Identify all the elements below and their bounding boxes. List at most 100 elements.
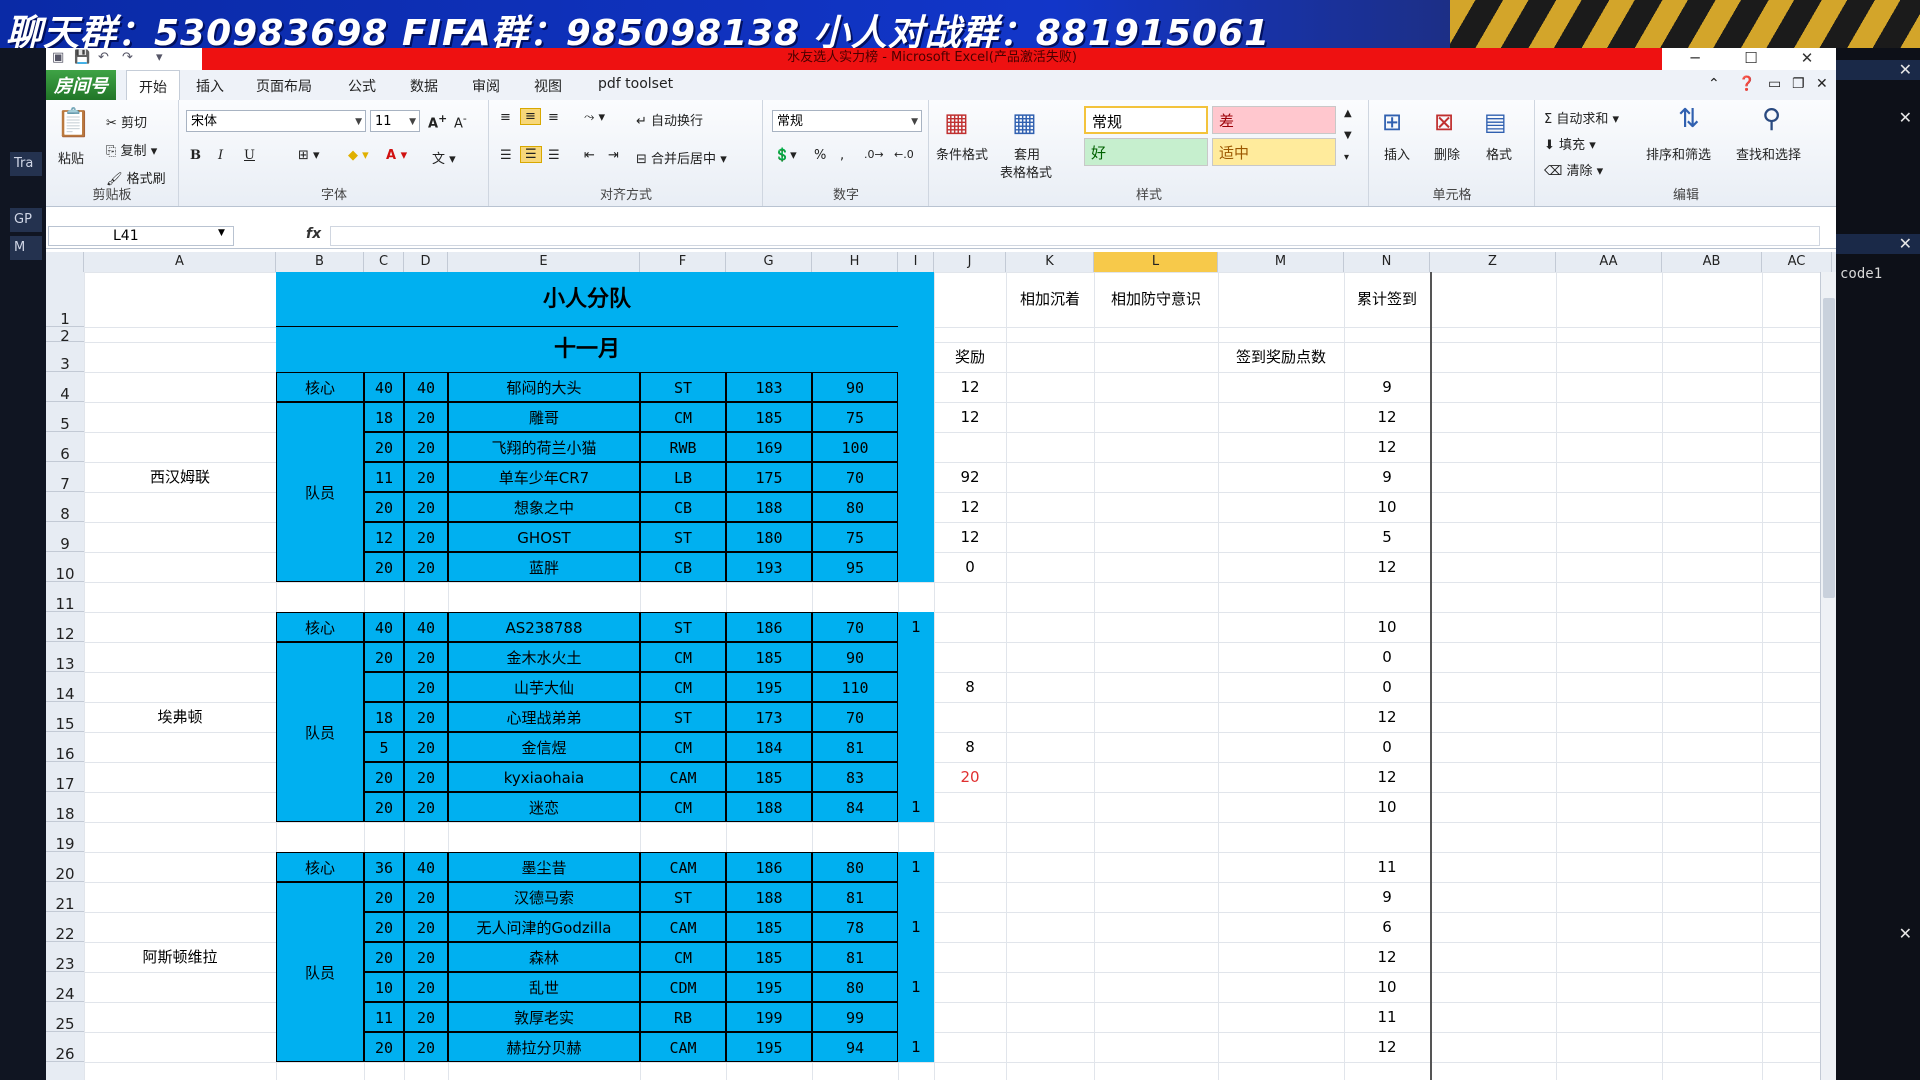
italic-button[interactable]: I	[218, 148, 223, 163]
select-all-corner[interactable]	[46, 252, 84, 272]
signin-cell[interactable]: 0	[1344, 642, 1430, 672]
player-cell[interactable]: 193	[726, 552, 812, 582]
style-bad[interactable]: 差	[1212, 106, 1336, 134]
role-core[interactable]: 核心	[276, 372, 364, 402]
row-header-25[interactable]: 25	[46, 1002, 84, 1033]
player-cell[interactable]	[364, 672, 404, 702]
player-cell[interactable]: 94	[812, 1032, 898, 1062]
header-composure[interactable]: 相加沉着	[1006, 272, 1094, 327]
signin-cell[interactable]: 10	[1344, 612, 1430, 642]
marker-cell[interactable]	[898, 1002, 934, 1032]
insert-cells-icon[interactable]: ⊞	[1382, 108, 1402, 136]
player-cell[interactable]: 70	[812, 612, 898, 642]
column-header-A[interactable]: A	[84, 252, 276, 272]
player-cell[interactable]: 195	[726, 972, 812, 1002]
player-cell[interactable]: 20	[364, 792, 404, 822]
player-cell[interactable]: 20	[364, 642, 404, 672]
signin-cell[interactable]: 12	[1344, 1032, 1430, 1062]
clear-button[interactable]: ⌫ 清除 ▾	[1544, 160, 1603, 179]
player-cell[interactable]: GHOST	[448, 522, 640, 552]
insert-cells-button[interactable]: 插入	[1384, 144, 1410, 163]
customize-qat-icon[interactable]: ▾	[156, 50, 163, 65]
player-cell[interactable]: 99	[812, 1002, 898, 1032]
player-cell[interactable]: 18	[364, 702, 404, 732]
player-cell[interactable]: 80	[812, 852, 898, 882]
player-cell[interactable]: ST	[640, 882, 726, 912]
team-name[interactable]: 阿斯顿维拉	[84, 852, 276, 1062]
player-cell[interactable]: CM	[640, 792, 726, 822]
binoculars-icon[interactable]: ⚲	[1762, 104, 1781, 134]
row-header-14[interactable]: 14	[46, 672, 84, 703]
maximize-icon[interactable]: ☐	[1728, 48, 1774, 70]
close-icon[interactable]: ✕	[1899, 234, 1912, 254]
player-cell[interactable]: CAM	[640, 1032, 726, 1062]
marker-cell[interactable]	[898, 672, 934, 702]
player-cell[interactable]: CM	[640, 672, 726, 702]
player-cell[interactable]: ST	[640, 522, 726, 552]
copy-button[interactable]: ⎘ 复制 ▾	[106, 140, 157, 159]
tab-home[interactable]: 开始	[126, 70, 180, 100]
row-header-2[interactable]: 2	[46, 327, 84, 345]
player-cell[interactable]: 80	[812, 492, 898, 522]
ribbon-collapse-icon[interactable]: ⌃	[1708, 76, 1720, 92]
player-cell[interactable]: 40	[404, 852, 448, 882]
player-cell[interactable]: 84	[812, 792, 898, 822]
player-cell[interactable]: CB	[640, 552, 726, 582]
player-cell[interactable]: 墨尘昔	[448, 852, 640, 882]
player-cell[interactable]: 单车少年CR7	[448, 462, 640, 492]
column-header-K[interactable]: K	[1006, 252, 1094, 272]
player-cell[interactable]: 20	[404, 1002, 448, 1032]
player-cell[interactable]: CDM	[640, 972, 726, 1002]
reward-cell[interactable]: 12	[934, 492, 1006, 522]
reward-cell[interactable]	[934, 972, 1006, 1002]
player-cell[interactable]: 18	[364, 402, 404, 432]
player-cell[interactable]: 20	[364, 942, 404, 972]
column-header-AB[interactable]: AB	[1662, 252, 1762, 272]
reward-cell[interactable]	[934, 912, 1006, 942]
style-good[interactable]: 好	[1084, 138, 1208, 166]
player-cell[interactable]: ST	[640, 612, 726, 642]
align-top-icon[interactable]: ≡	[500, 110, 511, 125]
player-cell[interactable]: 100	[812, 432, 898, 462]
signin-cell[interactable]: 12	[1344, 552, 1430, 582]
row-header-17[interactable]: 17	[46, 762, 84, 793]
reward-cell[interactable]	[934, 1002, 1006, 1032]
table-format-button[interactable]: 套用	[1014, 144, 1040, 163]
indent-decrease-icon[interactable]: ⇤	[584, 148, 595, 163]
player-cell[interactable]: RWB	[640, 432, 726, 462]
column-header-H[interactable]: H	[812, 252, 898, 272]
sort-filter-icon[interactable]: ⇅	[1678, 104, 1700, 134]
grow-font-icon[interactable]: A+	[428, 112, 447, 131]
row-header-13[interactable]: 13	[46, 642, 84, 673]
player-cell[interactable]: ST	[640, 372, 726, 402]
player-cell[interactable]: 185	[726, 402, 812, 432]
reward-cell[interactable]: 12	[934, 372, 1006, 402]
reward-cell[interactable]	[934, 792, 1006, 822]
styles-scroll-up-icon[interactable]: ▲	[1344, 108, 1352, 119]
help-icon[interactable]: ❓	[1738, 76, 1755, 92]
format-cells-button[interactable]: 格式	[1486, 144, 1512, 163]
column-header-F[interactable]: F	[640, 252, 726, 272]
minimize-icon[interactable]: ─	[1672, 48, 1718, 70]
autosum-button[interactable]: Σ 自动求和 ▾	[1544, 108, 1619, 127]
column-header-D[interactable]: D	[404, 252, 448, 272]
player-cell[interactable]: 20	[404, 882, 448, 912]
conditional-format-button[interactable]: 条件格式	[936, 144, 988, 163]
player-cell[interactable]: 金信煜	[448, 732, 640, 762]
signin-cell[interactable]: 9	[1344, 882, 1430, 912]
player-cell[interactable]: 20	[404, 642, 448, 672]
player-cell[interactable]: CM	[640, 732, 726, 762]
close-icon[interactable]: ✕	[1899, 108, 1912, 128]
player-cell[interactable]: CAM	[640, 852, 726, 882]
reward-cell[interactable]	[934, 882, 1006, 912]
header-defense[interactable]: 相加防守意识	[1094, 272, 1218, 327]
player-cell[interactable]: 汉德马索	[448, 882, 640, 912]
reward-cell[interactable]: 12	[934, 522, 1006, 552]
player-cell[interactable]: 70	[812, 462, 898, 492]
row-header-11[interactable]: 11	[46, 582, 84, 613]
player-cell[interactable]: 75	[812, 402, 898, 432]
player-cell[interactable]: 11	[364, 462, 404, 492]
tab-insert[interactable]: 插入	[196, 76, 224, 96]
reward-cell[interactable]	[934, 612, 1006, 642]
row-header-7[interactable]: 7	[46, 462, 84, 493]
